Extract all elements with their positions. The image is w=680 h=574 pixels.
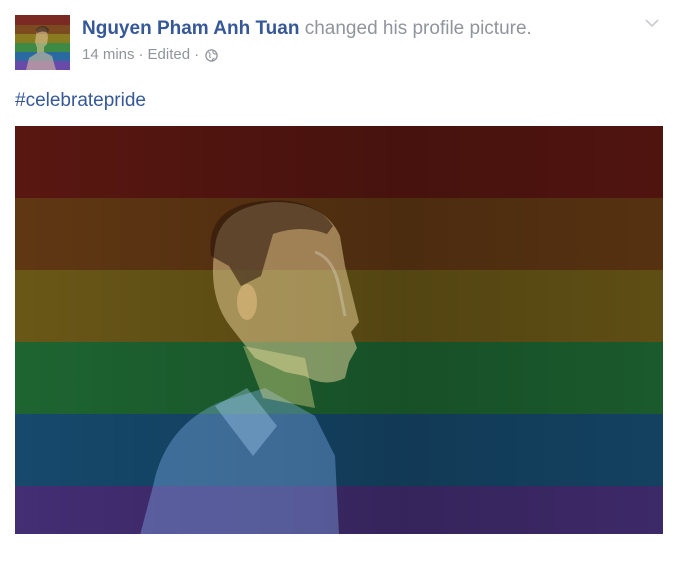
post-meta: 14 mins · Edited · <box>82 46 640 64</box>
author-name-link[interactable]: Nguyen Pham Anh Tuan <box>82 18 299 39</box>
avatar-image <box>15 15 70 70</box>
author-avatar[interactable] <box>15 15 70 70</box>
globe-icon[interactable] <box>205 48 218 62</box>
photo-bottom-crop <box>15 534 663 554</box>
post-header: Nguyen Pham Anh Tuan changed his profile… <box>82 18 640 64</box>
news-feed-post: Nguyen Pham Anh Tuan changed his profile… <box>0 0 680 574</box>
timestamp-link[interactable]: 14 mins <box>82 46 135 64</box>
post-title-line: Nguyen Pham Anh Tuan changed his profile… <box>82 18 640 40</box>
edited-link[interactable]: Edited <box>148 46 191 64</box>
rainbow-filtered-portrait <box>15 126 663 554</box>
meta-separator: · <box>194 46 200 63</box>
meta-separator: · <box>138 46 144 63</box>
chevron-down-icon[interactable] <box>644 16 660 28</box>
post-caption-hashtag[interactable]: #celebratepride <box>15 90 146 112</box>
profile-photo[interactable] <box>15 126 663 554</box>
post-action-text: changed his profile picture. <box>304 18 532 39</box>
